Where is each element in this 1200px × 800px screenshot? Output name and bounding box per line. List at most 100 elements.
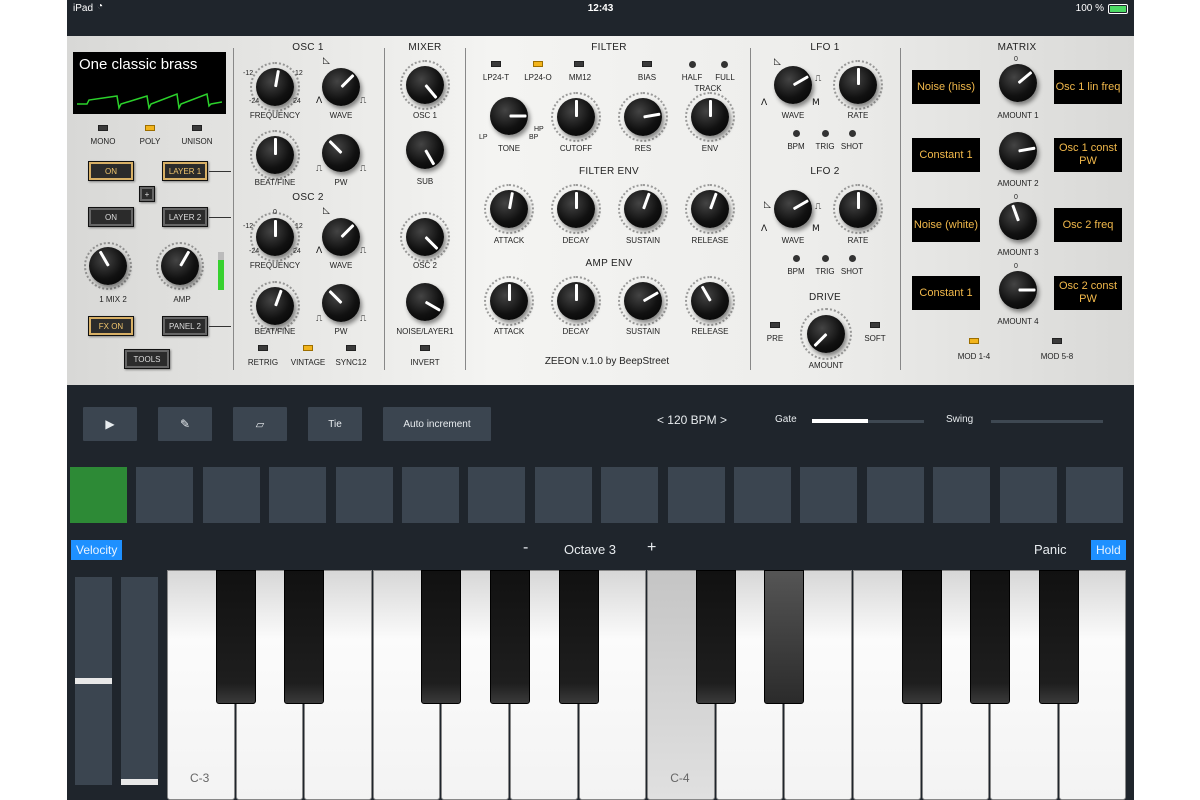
bias-led[interactable] — [642, 61, 652, 67]
amp-knob[interactable] — [161, 247, 199, 285]
tie-button[interactable]: Tie — [308, 407, 362, 441]
step-1[interactable] — [70, 467, 127, 523]
matrix-source-4[interactable]: Constant 1 — [912, 276, 980, 310]
drive-amount-knob[interactable] — [807, 315, 845, 353]
mod-5-8-led[interactable] — [1052, 338, 1062, 344]
pitch-strip[interactable] — [75, 577, 112, 785]
osc2-frequency-knob[interactable] — [256, 218, 294, 256]
poly-led[interactable] — [145, 125, 155, 131]
lfo2-wave-knob[interactable] — [774, 190, 812, 228]
black-key[interactable] — [970, 570, 1011, 704]
mixer-osc2-knob[interactable] — [406, 218, 444, 256]
matrix-source-1[interactable]: Noise (hiss) — [912, 70, 980, 104]
lfo1-trig-dot[interactable] — [822, 130, 829, 137]
lfo2-rate-knob[interactable] — [839, 190, 877, 228]
lfo1-bpm-dot[interactable] — [793, 130, 800, 137]
step-2[interactable] — [136, 467, 194, 523]
matrix-amount-3-knob[interactable] — [999, 202, 1037, 240]
track-half-dot[interactable] — [689, 61, 696, 68]
step-6[interactable] — [402, 467, 459, 523]
step-7[interactable] — [468, 467, 526, 523]
lp24o-led[interactable] — [533, 61, 543, 67]
filter-env-release-knob[interactable] — [691, 190, 729, 228]
step-5[interactable] — [335, 467, 393, 523]
mono-led[interactable] — [98, 125, 108, 131]
osc2-beat-knob[interactable] — [256, 287, 294, 325]
pitch-strip-handle[interactable] — [75, 678, 112, 684]
matrix-source-3[interactable]: Noise (white) — [912, 208, 980, 242]
mod-strip[interactable] — [121, 577, 158, 785]
mixer-sub-knob[interactable] — [406, 131, 444, 169]
tempo-selector[interactable]: < 120 BPM > — [647, 413, 737, 427]
matrix-dest-4[interactable]: Osc 2 const PW — [1054, 276, 1122, 310]
layer1-on-button[interactable]: ON — [88, 161, 134, 181]
lfo2-shot-dot[interactable] — [849, 255, 856, 262]
osc1-frequency-knob[interactable] — [256, 68, 294, 106]
filter-cutoff-knob[interactable] — [557, 98, 595, 136]
osc1-beat-knob[interactable] — [256, 136, 294, 174]
tools-button[interactable]: TOOLS — [124, 349, 170, 369]
black-key[interactable] — [901, 570, 942, 704]
preset-display[interactable]: One classic brass — [73, 52, 226, 114]
step-9[interactable] — [601, 467, 659, 523]
step-3[interactable] — [202, 467, 260, 523]
play-button[interactable]: ▶ — [83, 407, 137, 441]
lfo1-rate-knob[interactable] — [839, 66, 877, 104]
layer2-button[interactable]: LAYER 2 — [162, 207, 208, 227]
filter-res-knob[interactable] — [624, 98, 662, 136]
matrix-dest-1[interactable]: Osc 1 lin freq — [1054, 70, 1122, 104]
step-14[interactable] — [933, 467, 991, 523]
mixer-osc1-knob[interactable] — [406, 66, 444, 104]
amp-env-release-knob[interactable] — [691, 282, 729, 320]
matrix-amount-2-knob[interactable] — [999, 132, 1037, 170]
panel2-button[interactable]: PANEL 2 — [162, 316, 208, 336]
drive-pre-led[interactable] — [770, 322, 780, 328]
step-15[interactable] — [999, 467, 1057, 523]
step-12[interactable] — [800, 467, 858, 523]
lfo1-wave-knob[interactable] — [774, 66, 812, 104]
mod-strip-handle[interactable] — [121, 779, 158, 785]
sync12-led[interactable] — [346, 345, 356, 351]
black-key[interactable] — [1038, 570, 1079, 704]
matrix-dest-3[interactable]: Osc 2 freq — [1054, 208, 1122, 242]
layer1-button[interactable]: LAYER 1 — [162, 161, 208, 181]
invert-led[interactable] — [420, 345, 430, 351]
filter-env-knob[interactable] — [691, 98, 729, 136]
eraser-button[interactable]: ▱ — [233, 407, 287, 441]
filter-env-decay-knob[interactable] — [557, 190, 595, 228]
vintage-led[interactable] — [303, 345, 313, 351]
panic-button[interactable]: Panic — [1034, 542, 1067, 557]
matrix-amount-1-knob[interactable] — [999, 64, 1037, 102]
drive-soft-led[interactable] — [870, 322, 880, 328]
step-16[interactable] — [1066, 467, 1123, 523]
step-11[interactable] — [734, 467, 791, 523]
mix-knob[interactable] — [89, 247, 127, 285]
black-key[interactable] — [490, 570, 530, 704]
osc2-pw-knob[interactable] — [322, 284, 360, 322]
fx-on-button[interactable]: FX ON — [88, 316, 134, 336]
track-full-dot[interactable] — [721, 61, 728, 68]
pencil-button[interactable]: ✎ — [158, 407, 212, 441]
mod-1-4-led[interactable] — [969, 338, 979, 344]
swing-slider[interactable] — [991, 420, 1103, 423]
step-13[interactable] — [866, 467, 924, 523]
black-key[interactable] — [421, 570, 462, 704]
filter-tone-knob[interactable] — [490, 97, 528, 135]
amp-env-attack-knob[interactable] — [490, 282, 528, 320]
unison-led[interactable] — [192, 125, 202, 131]
black-key[interactable] — [695, 570, 736, 704]
layer2-on-button[interactable]: ON — [88, 207, 134, 227]
filter-env-sustain-knob[interactable] — [624, 190, 662, 228]
amp-env-decay-knob[interactable] — [557, 282, 595, 320]
mm12-led[interactable] — [574, 61, 584, 67]
lfo2-trig-dot[interactable] — [822, 255, 829, 262]
black-key[interactable] — [764, 570, 805, 704]
octave-down-button[interactable]: - — [523, 539, 528, 557]
hold-button[interactable]: Hold — [1091, 540, 1126, 560]
osc2-wave-knob[interactable] — [322, 218, 360, 256]
matrix-dest-2[interactable]: Osc 1 const PW — [1054, 138, 1122, 172]
link-layers-button[interactable]: + — [139, 186, 155, 202]
osc1-pw-knob[interactable] — [322, 134, 360, 172]
amp-env-sustain-knob[interactable] — [624, 282, 662, 320]
filter-env-attack-knob[interactable] — [490, 190, 528, 228]
